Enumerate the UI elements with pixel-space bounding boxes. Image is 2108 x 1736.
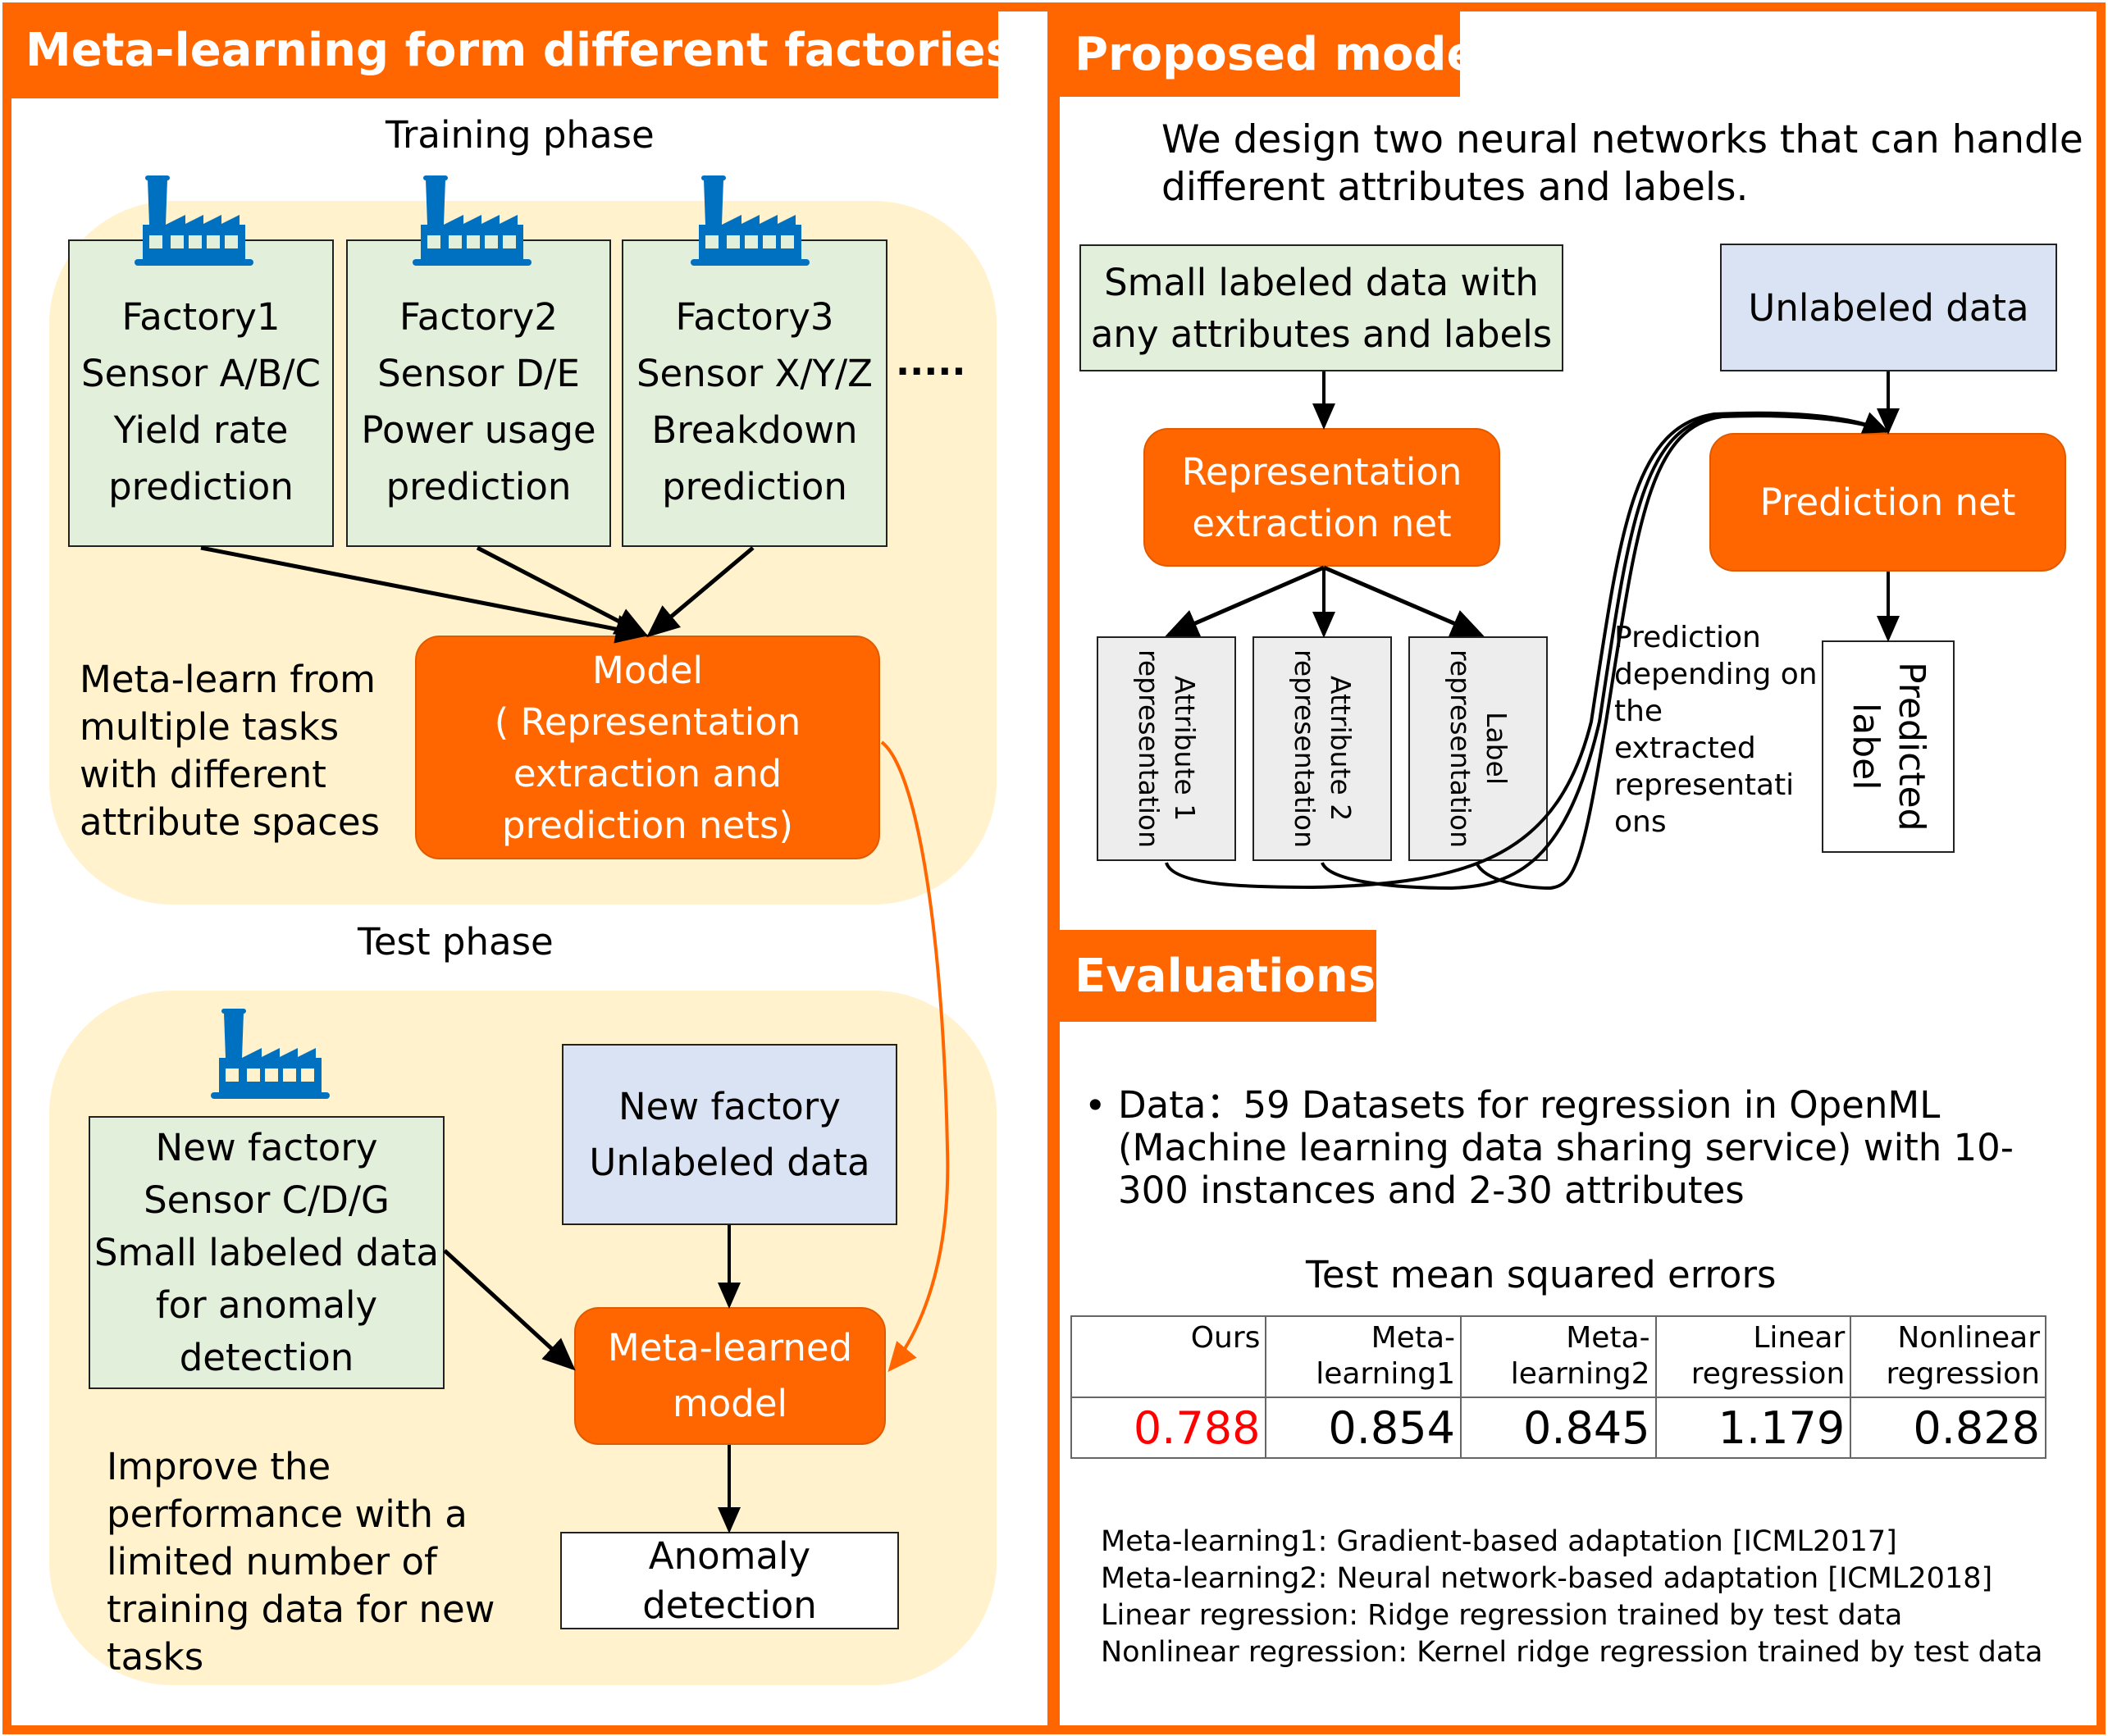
table-value-ours: 0.788 bbox=[1070, 1397, 1267, 1459]
method-note: Linear regression: Ridge regression trai… bbox=[1101, 1599, 1903, 1632]
representation-extraction-net: Representation extraction net bbox=[1143, 428, 1500, 567]
factory-card-3-text: Factory3 Sensor X/Y/Z Breakdown predicti… bbox=[636, 294, 874, 508]
right-panel-title-text: Proposed model bbox=[1075, 27, 1494, 81]
attribute-1-representation-text: Attribute 1 representation bbox=[1133, 649, 1201, 849]
factory-icon bbox=[211, 1009, 330, 1099]
factory-card-1-text: Factory1 Sensor A/B/C Yield rate predict… bbox=[81, 294, 321, 508]
proposed-model-intro: We design two neural networks that can h… bbox=[1161, 117, 2083, 210]
table-header-cell: Meta- learning1 bbox=[1265, 1315, 1462, 1398]
factory-card-3: Factory3 Sensor X/Y/Z Breakdown predicti… bbox=[622, 239, 887, 547]
evaluations-title: Evaluations bbox=[1056, 930, 1376, 1022]
factory-icon bbox=[691, 175, 810, 266]
test-description: Improve the performance with a limited n… bbox=[107, 1445, 495, 1679]
left-panel-title: Meta-learning form different factories bbox=[2, 2, 1013, 98]
table-value-cell: 0.845 bbox=[1460, 1397, 1657, 1459]
bullet-dot: • bbox=[1084, 1084, 1106, 1128]
prediction-note: Prediction depending on the extracted re… bbox=[1614, 621, 1818, 839]
table-header-cell: Meta- learning2 bbox=[1460, 1315, 1657, 1398]
table-value-cell: 1.179 bbox=[1654, 1397, 1852, 1459]
table-value-cell: 0.854 bbox=[1265, 1397, 1462, 1459]
table-title: Test mean squared errors bbox=[1306, 1253, 1777, 1296]
new-factory-unlabeled-text: New factory Unlabeled data bbox=[589, 1084, 870, 1184]
mse-table: Ours Meta- learning1 Meta- learning2 Lin… bbox=[1070, 1315, 2046, 1459]
method-note: Meta-learning2: Neural network-based ada… bbox=[1101, 1562, 1993, 1595]
label-representation-text: Label representation bbox=[1444, 649, 1513, 849]
representation-extraction-net-text: Representation extraction net bbox=[1181, 449, 1462, 545]
more-factories-ellipsis: ..... bbox=[896, 340, 966, 384]
table-header-cell: Nonlinear regression bbox=[1850, 1315, 2046, 1398]
training-phase-label: Training phase bbox=[386, 113, 655, 157]
right-panel-title: Proposed model bbox=[1056, 11, 1494, 97]
predicted-label-text: Predicted label bbox=[1845, 662, 1932, 832]
model-box: Model ( Representation extraction and pr… bbox=[415, 636, 880, 859]
table-header-cell: Ours bbox=[1070, 1315, 1267, 1398]
table-header-cell: Linear regression bbox=[1654, 1315, 1852, 1398]
factory-card-2-text: Factory2 Sensor D/E Power usage predicti… bbox=[361, 294, 596, 508]
labeled-data-text: Small labeled data with any attributes a… bbox=[1090, 260, 1553, 356]
attribute-2-representation: Attribute 2 representation bbox=[1252, 636, 1392, 861]
test-phase-label: Test phase bbox=[358, 920, 554, 964]
table-value-cell: 0.828 bbox=[1850, 1397, 2046, 1459]
anomaly-detection-text: Anomaly detection bbox=[642, 1533, 817, 1627]
table-header-row: Ours Meta- learning1 Meta- learning2 Lin… bbox=[1070, 1315, 2046, 1398]
model-box-text: Model ( Representation extraction and pr… bbox=[494, 648, 801, 847]
meta-learned-model-text: Meta-learned model bbox=[607, 1326, 853, 1425]
training-description: Meta-learn from multiple tasks with diff… bbox=[80, 658, 381, 844]
new-factory-card: New factory Sensor C/D/G Small labeled d… bbox=[89, 1116, 445, 1389]
predicted-label-box: Predicted label bbox=[1822, 640, 1955, 853]
left-panel-title-text: Meta-learning form different factories bbox=[25, 24, 1013, 77]
prediction-net: Prediction net bbox=[1709, 433, 2066, 572]
attribute-2-representation-text: Attribute 2 representation bbox=[1289, 649, 1357, 849]
anomaly-detection-box: Anomaly detection bbox=[560, 1532, 899, 1629]
attribute-1-representation: Attribute 1 representation bbox=[1097, 636, 1236, 861]
method-note: Meta-learning1: Gradient-based adaptatio… bbox=[1101, 1525, 1897, 1558]
new-factory-card-text: New factory Sensor C/D/G Small labeled d… bbox=[94, 1125, 440, 1379]
prediction-net-text: Prediction net bbox=[1759, 481, 2016, 524]
factory-card-2: Factory2 Sensor D/E Power usage predicti… bbox=[346, 239, 611, 547]
factory-icon bbox=[135, 175, 253, 266]
table-row: 0.788 0.854 0.845 1.179 0.828 bbox=[1070, 1397, 2046, 1459]
unlabeled-data-text: Unlabeled data bbox=[1748, 285, 2029, 330]
meta-learned-model-box: Meta-learned model bbox=[574, 1307, 886, 1445]
factory-icon bbox=[413, 175, 532, 266]
unlabeled-data-box: Unlabeled data bbox=[1720, 244, 2057, 371]
data-description: Data：59 Datasets for regression in OpenM… bbox=[1118, 1083, 2014, 1212]
factory-card-1: Factory1 Sensor A/B/C Yield rate predict… bbox=[68, 239, 334, 547]
evaluations-title-text: Evaluations bbox=[1075, 949, 1376, 1003]
method-note: Nonlinear regression: Kernel ridge regre… bbox=[1101, 1636, 2043, 1669]
label-representation: Label representation bbox=[1408, 636, 1548, 861]
labeled-data-box: Small labeled data with any attributes a… bbox=[1079, 244, 1563, 371]
new-factory-unlabeled-box: New factory Unlabeled data bbox=[562, 1044, 897, 1225]
